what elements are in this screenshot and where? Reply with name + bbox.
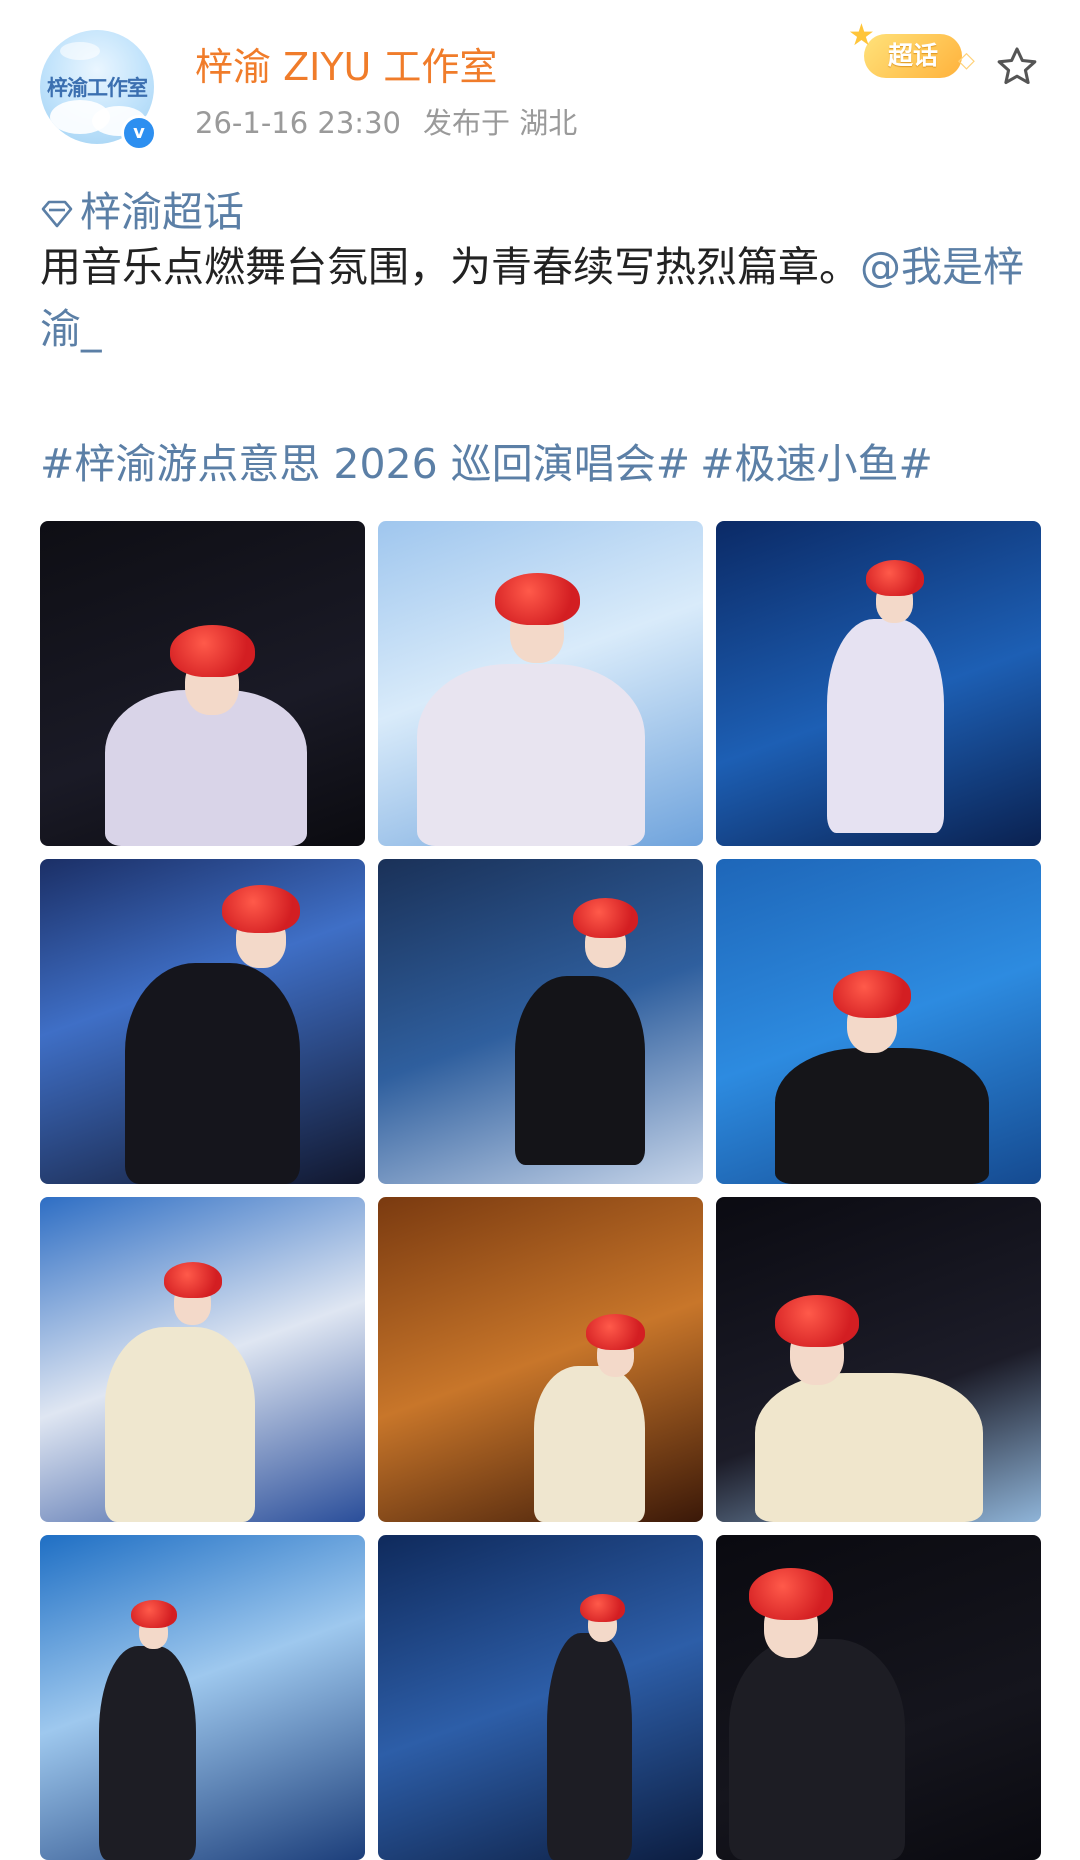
photo-thumbnail[interactable]: [378, 1535, 703, 1860]
star-outline-icon[interactable]: [994, 44, 1040, 90]
performer-figure: [515, 976, 645, 1165]
verified-badge-icon: v: [121, 115, 157, 151]
performer-figure: [125, 963, 301, 1184]
performer-figure: [99, 1646, 197, 1860]
photo-thumbnail[interactable]: [40, 859, 365, 1184]
hashtag-fish[interactable]: #极速小鱼#: [700, 440, 933, 488]
performer-figure: [534, 1366, 645, 1522]
red-hair: [495, 573, 580, 625]
photo-grid: [40, 521, 1041, 1860]
performer-figure: [729, 1639, 905, 1860]
photo-thumbnail[interactable]: [40, 521, 365, 846]
chaohua-badge-label: 超话: [864, 34, 962, 78]
red-hair: [775, 1295, 860, 1347]
post-location: 发布于 湖北: [423, 106, 577, 140]
chaohua-badge[interactable]: 超话 ★ ◇: [850, 28, 968, 84]
red-hair: [580, 1594, 626, 1622]
red-hair: [222, 885, 300, 933]
avatar-logo-text: 梓渝工作室: [40, 72, 154, 102]
red-hair: [586, 1314, 645, 1350]
diamond-icon: ◇: [958, 48, 975, 73]
photo-thumbnail[interactable]: [716, 859, 1041, 1184]
photo-thumbnail[interactable]: [378, 521, 703, 846]
photo-thumbnail[interactable]: [716, 521, 1041, 846]
hashtag-concert[interactable]: #梓渝游点意思 2026 巡回演唱会#: [40, 440, 690, 488]
diamond-topic-icon: [40, 199, 74, 229]
post-content: 用音乐点燃舞台氛围，为青春续写热烈篇章。@我是梓渝_: [40, 236, 1050, 360]
red-hair: [573, 898, 638, 938]
photo-thumbnail[interactable]: [716, 1535, 1041, 1860]
photo-thumbnail[interactable]: [378, 859, 703, 1184]
red-hair: [866, 560, 925, 596]
red-hair: [164, 1262, 223, 1298]
username[interactable]: 梓渝 ZIYU 工作室: [195, 36, 497, 91]
hashtag-row: #梓渝游点意思 2026 巡回演唱会##极速小鱼#: [40, 430, 933, 490]
sparkle-star-icon: ★: [848, 18, 875, 53]
red-hair: [170, 625, 255, 677]
performer-figure: [105, 1327, 255, 1522]
post-time: 26-1-16 23:30: [195, 106, 401, 140]
photo-thumbnail[interactable]: [378, 1197, 703, 1522]
performer-figure: [755, 1373, 983, 1523]
photo-thumbnail[interactable]: [40, 1535, 365, 1860]
post-text: 用音乐点燃舞台氛围，为青春续写热烈篇章。: [40, 243, 860, 291]
photo-thumbnail[interactable]: [40, 1197, 365, 1522]
performer-figure: [417, 664, 645, 846]
post-meta: 26-1-16 23:30 发布于 湖北: [195, 100, 577, 142]
photo-thumbnail[interactable]: [716, 1197, 1041, 1522]
performer-figure: [547, 1633, 632, 1860]
super-topic-link[interactable]: 梓渝超话: [40, 178, 244, 238]
super-topic-label: 梓渝超话: [80, 188, 244, 236]
red-hair: [131, 1600, 177, 1628]
performer-figure: [775, 1048, 990, 1185]
performer-figure: [827, 619, 944, 834]
red-hair: [833, 970, 911, 1018]
red-hair: [749, 1568, 834, 1620]
